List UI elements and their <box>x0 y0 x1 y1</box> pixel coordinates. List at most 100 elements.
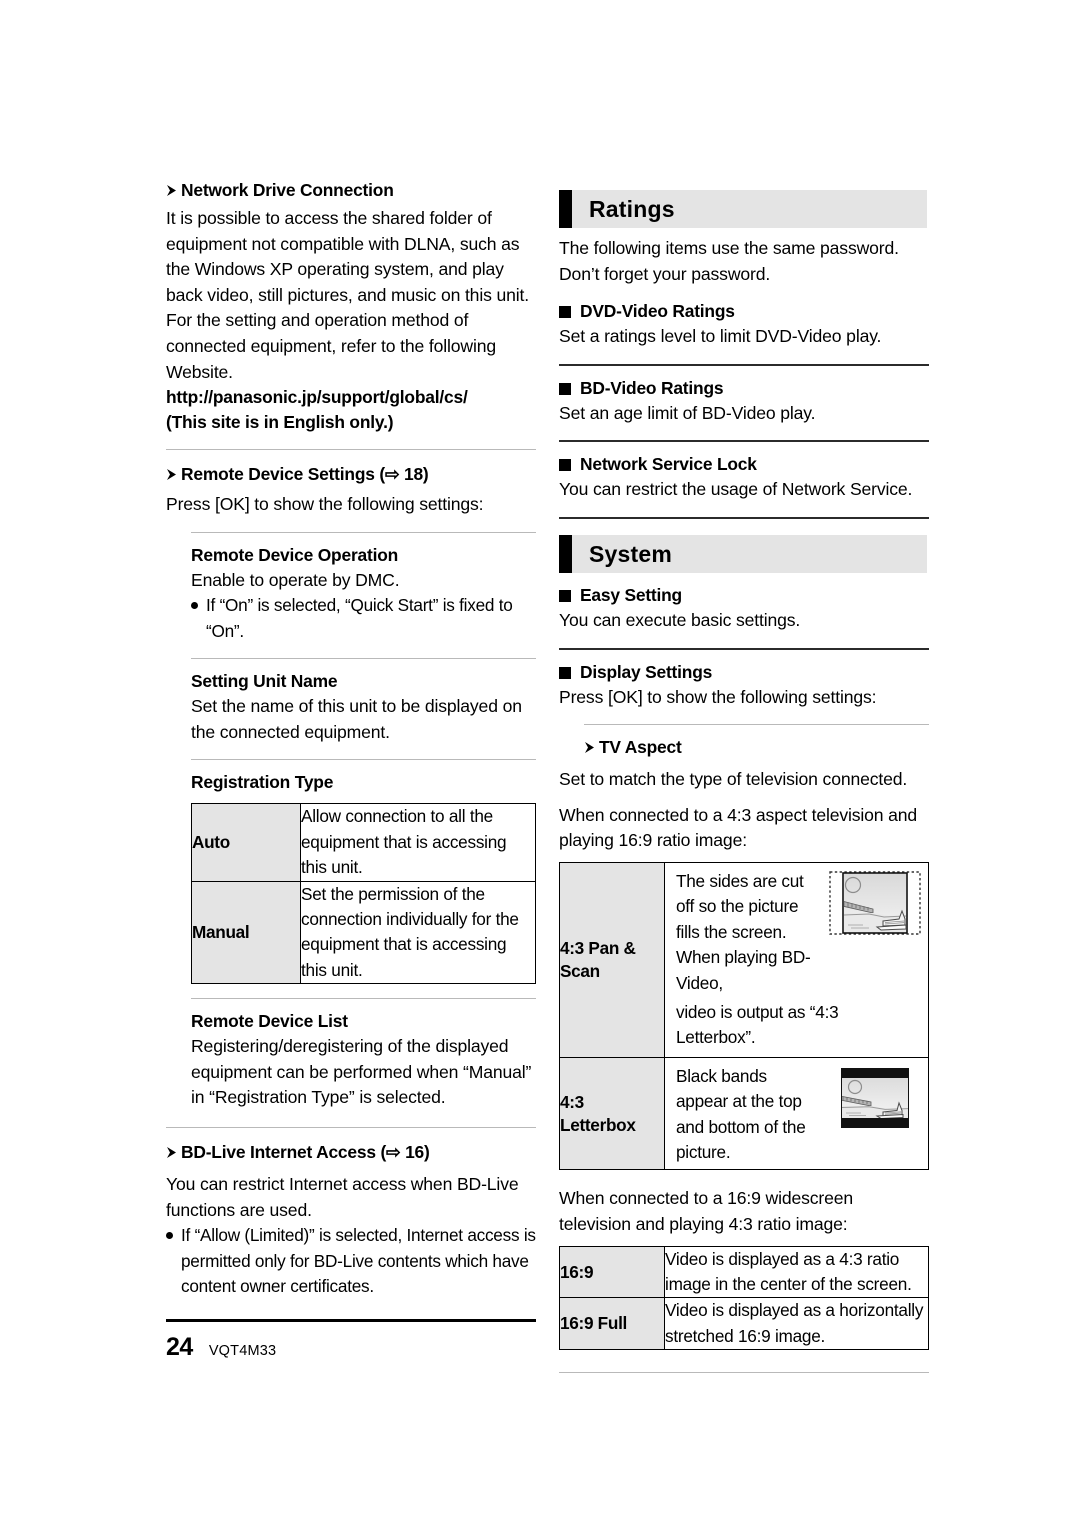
heading-text: Network Service Lock <box>580 454 757 475</box>
remote-device-settings-intro: Press [OK] to show the following setting… <box>166 494 484 515</box>
letterbox-illustration <box>829 1064 921 1137</box>
bd-live-bullet: If “Allow (Limited)” is selected, Intern… <box>166 1223 536 1299</box>
row-content: Black bands appear at the top and bottom… <box>664 1056 929 1171</box>
divider <box>191 759 536 761</box>
arrowhead-icon <box>584 735 599 754</box>
section-tab-marker <box>559 534 572 573</box>
heading-registration-type: Registration Type <box>191 772 334 793</box>
tv-aspect-intro-169: When connected to a 16:9 widescreen tele… <box>559 1188 854 1234</box>
divider <box>559 363 929 366</box>
heading-remote-device-operation: Remote Device Operation <box>191 544 399 565</box>
arrowhead-icon <box>166 178 181 196</box>
left-column: Network Drive Connection It is possible … <box>166 178 536 1323</box>
network-drive-note: (This site is in English only.) <box>166 412 394 433</box>
left-column-end-rule <box>166 1319 536 1323</box>
table-row: 4:3 Letterbox Black bands appear at the … <box>559 1056 929 1171</box>
heading-text: Easy Setting <box>580 584 682 605</box>
model-code: VQT4M33 <box>208 1343 277 1359</box>
easy-setting-body: You can execute basic settings. <box>559 609 801 630</box>
bullet-icon <box>166 1232 173 1240</box>
divider <box>166 449 536 451</box>
arrowhead-icon <box>166 462 181 481</box>
row-content-inner: Black bands appear at the top and bottom… <box>665 1058 928 1170</box>
divider <box>191 658 536 660</box>
right-column-end-rule <box>559 1372 929 1374</box>
bullet-text: If “On” is selected, “Quick Start” is fi… <box>206 595 513 641</box>
section-header-ratings: Ratings <box>559 190 927 228</box>
row-content: The sides are cut off so the picture fil… <box>664 861 929 1058</box>
heading-remote-device-list: Remote Device List <box>191 1011 348 1032</box>
remote-device-list-body: Registering/deregistering of the display… <box>191 1036 532 1108</box>
square-bullet-icon <box>559 666 571 679</box>
network-service-lock-body: You can restrict the usage of Network Se… <box>559 479 913 500</box>
heading-remote-device-settings: Remote Device Settings (⇨ 18) <box>166 462 536 486</box>
row-label: 4:3 Letterbox <box>559 1056 665 1171</box>
heading-text: Display Settings <box>580 661 713 682</box>
row-description: Allow connection to all the equipment th… <box>300 803 536 882</box>
bd-live-body: You can restrict Internet access when BD… <box>166 1173 519 1220</box>
heading-bd-video-ratings: BD-Video Ratings <box>559 376 929 401</box>
right-column: Ratings The following items use the same… <box>559 190 929 1374</box>
table-row: 16:9 Full Video is displayed as a horizo… <box>559 1297 929 1351</box>
tv-aspect-169-table: 16:9 Video is displayed as a 4:3 ratio i… <box>559 1245 929 1351</box>
row-label: 16:9 <box>559 1245 665 1299</box>
square-bullet-icon <box>559 382 571 395</box>
divider <box>559 647 929 650</box>
remote-device-operation-bullet: If “On” is selected, “Quick Start” is fi… <box>191 593 536 644</box>
tv-aspect-intro-43: When connected to a 4:3 aspect televisio… <box>559 804 918 851</box>
row-label: Manual <box>191 880 301 985</box>
network-drive-body: It is possible to access the shared fold… <box>166 208 529 382</box>
page-ref-arrow-icon: ⇨ <box>384 464 400 485</box>
heading-bd-live-internet-access: BD-Live Internet Access (⇨ 16) <box>166 1140 536 1164</box>
row-label: Auto <box>191 803 301 882</box>
heading-network-drive-connection: Network Drive Connection <box>166 178 536 202</box>
heading-setting-unit-name: Setting Unit Name <box>191 671 338 692</box>
heading-easy-setting: Easy Setting <box>559 583 929 608</box>
bullet-text: If “Allow (Limited)” is selected, Intern… <box>181 1225 536 1296</box>
table-row: 4:3 Pan & Scan The sides are cut off so … <box>559 861 929 1058</box>
heading-text: BD-Video Ratings <box>580 377 724 398</box>
manual-page: Network Drive Connection It is possible … <box>0 0 1080 1526</box>
page-footer: 24 VQT4M33 <box>166 1333 276 1362</box>
display-settings-body: Press [OK] to show the following setting… <box>559 686 877 707</box>
divider <box>559 440 929 443</box>
pan-scan-illustration <box>829 869 921 942</box>
row-description-top: Black bands appear at the top and bottom… <box>676 1065 806 1162</box>
bd-video-ratings-body: Set an age limit of BD-Video play. <box>559 402 816 423</box>
bullet-icon <box>191 602 198 610</box>
row-description: Video is displayed as a horizontally str… <box>664 1297 929 1351</box>
divider <box>191 531 536 533</box>
row-description-top: The sides are cut off so the picture fil… <box>676 870 811 993</box>
section-tab-marker <box>559 190 572 228</box>
square-bullet-icon <box>559 306 571 319</box>
dvd-video-ratings-body: Set a ratings level to limit DVD-Video p… <box>559 326 882 347</box>
remote-device-operation-body: Enable to operate by DMC. <box>191 569 400 590</box>
square-bullet-icon <box>559 459 571 472</box>
ratings-intro: The following items use the same passwor… <box>559 238 899 284</box>
arrowhead-icon <box>166 1140 181 1158</box>
section-title: System <box>589 540 673 567</box>
row-label: 16:9 Full <box>559 1297 665 1351</box>
heading-tv-aspect: TV Aspect <box>584 735 929 759</box>
heading-display-settings: Display Settings <box>559 660 929 685</box>
heading-text: DVD-Video Ratings <box>580 301 735 322</box>
row-description: Set the permission of the connection ind… <box>300 880 536 985</box>
table-row: 16:9 Video is displayed as a 4:3 ratio i… <box>559 1245 929 1299</box>
row-content-inner: The sides are cut off so the picture fil… <box>665 863 928 1000</box>
section-header-system: System <box>559 534 927 573</box>
square-bullet-icon <box>559 589 571 602</box>
table-row: Auto Allow connection to all the equipme… <box>191 803 536 882</box>
divider <box>191 998 536 1000</box>
heading-dvd-video-ratings: DVD-Video Ratings <box>559 299 929 324</box>
row-label: 4:3 Pan & Scan <box>559 861 665 1058</box>
row-description-bottom: video is output as “4:3 Letterbox”. <box>676 1001 839 1048</box>
tv-aspect-43-table: 4:3 Pan & Scan The sides are cut off so … <box>559 861 929 1171</box>
heading-network-service-lock: Network Service Lock <box>559 452 929 477</box>
heading-text: TV Aspect <box>599 737 682 758</box>
network-drive-url: http://panasonic.jp/support/global/cs/ <box>166 387 468 408</box>
divider <box>559 516 929 519</box>
divider <box>166 1126 536 1128</box>
divider <box>584 724 929 726</box>
page-ref-arrow-icon: ⇨ <box>386 1141 401 1162</box>
tv-aspect-body: Set to match the type of television conn… <box>559 769 908 790</box>
